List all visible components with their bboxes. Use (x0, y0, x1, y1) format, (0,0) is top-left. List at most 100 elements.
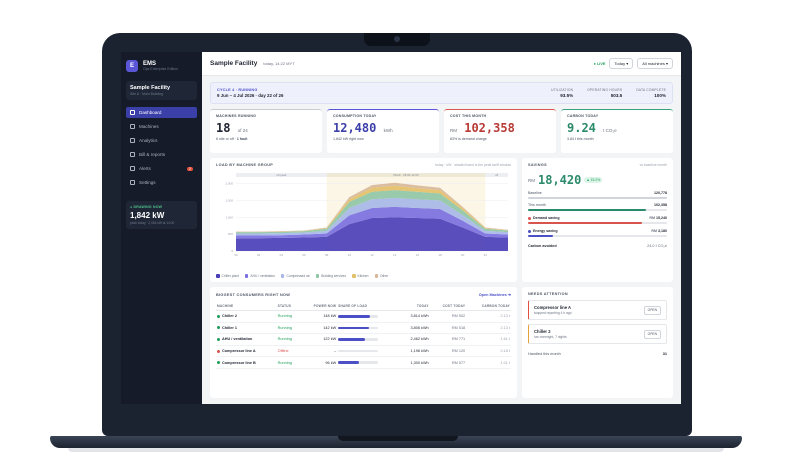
kpi-row: MACHINES RUNNING 18 of 24 6 idle or off … (210, 109, 673, 153)
x-tick-label: 00 (234, 253, 238, 257)
demand-saving-fill (528, 221, 642, 224)
carbon-today: 1.61 t (466, 333, 511, 346)
legend-item[interactable]: AHU / ventilation (244, 274, 275, 278)
col-header[interactable]: TODAY (399, 302, 430, 311)
facility-switcher[interactable]: Sample Facility Site A · Main Building (126, 81, 197, 100)
handled-count: Handled this month 31 (528, 352, 667, 356)
kpi-label: CONSUMPTION TODAY (333, 114, 377, 118)
energy-today: 1,196 kWh (399, 345, 430, 358)
bottom-row: BIGGEST CONSUMERS RIGHT NOW Open Machine… (210, 287, 673, 398)
attention-item[interactable]: Chiller 2 ran overnight, 7 nights OPEN (528, 324, 667, 344)
kpi-sub: 6 idle or off · 1 fault (216, 137, 248, 141)
machine-filter-select[interactable]: All machines ▾ (637, 58, 673, 69)
share-of-load (337, 322, 400, 335)
legend-item[interactable]: Other (374, 274, 389, 278)
y-tick-label: 2,000 (225, 182, 233, 186)
load-chart[interactable]: off-peak PEAK · 08:00–22:00 off 0 500 1,000 1,… (214, 171, 513, 269)
savings-change-badge: ▲ 15.2% (584, 177, 603, 183)
page-timestamp: today, 14:22 MYT (263, 61, 295, 66)
machine-name: AHU / ventilation (216, 333, 277, 346)
power-now: 142 kW (300, 322, 338, 335)
laptop-shadow (68, 448, 724, 452)
table-row[interactable]: Chiller 2 Running 148 kW 3,814 kWh RM 502 2.1… (216, 310, 511, 323)
machines-icon (130, 124, 135, 129)
savings-value: RM 18,420 ▲ 15.2% (528, 173, 603, 187)
legend-label: Other (380, 274, 389, 278)
cycle-stat: DATA COMPLETE 100% (636, 88, 666, 98)
kpi-sub: 83% is demand charge (450, 137, 487, 141)
col-header[interactable]: STATUS (276, 302, 301, 311)
machine-name: Compressor line B (216, 356, 277, 369)
cycle-stat-label: OPERATING HOURS (587, 88, 623, 92)
main-area: Sample Facility today, 14:22 MYT ● LIVE … (202, 52, 681, 404)
kpi-cost[interactable]: COST THIS MONTH RM 102,358 83% is demand… (444, 109, 556, 153)
sidebar-item-settings[interactable]: Settings (126, 177, 197, 188)
cycle-stat-value: 93.5% (560, 93, 574, 98)
col-header[interactable]: SHARE OF LOAD (337, 302, 400, 311)
attention-item[interactable]: Compressor line A stopped reporting 4 h … (528, 300, 667, 320)
laptop-scene: E EMS Ops Enterprise Edition Sample Faci… (0, 0, 800, 460)
baseline-bar: Baseline 120,778 (528, 191, 667, 199)
date-range-select[interactable]: Today ▾ (609, 58, 634, 69)
status-dot-icon (217, 326, 220, 330)
sidebar-item-machines[interactable]: Machines (126, 121, 197, 132)
status-dot-icon (217, 349, 220, 353)
legend-label: Compressed air (286, 274, 310, 278)
x-tick-label: 06 (302, 253, 306, 257)
open-machines-link[interactable]: Open Machines ➜ (479, 292, 511, 297)
consumers-card: BIGGEST CONSUMERS RIGHT NOW Open Machine… (210, 287, 517, 398)
share-of-load (337, 356, 400, 369)
kpi-carbon[interactable]: CARBON TODAY 9.24 t CO₂e 3.84 t this mon… (561, 109, 673, 153)
sidebar-item-alerts[interactable]: Alerts 2 (126, 163, 197, 174)
chart-subtitle: today · kW · shaded band is the peak tar… (435, 163, 511, 167)
share-bar-fill (338, 326, 369, 330)
attention-item-name: Compressor line A (534, 305, 572, 310)
brand-subtitle: Ops Enterprise Edition (143, 67, 179, 71)
demand-saving: Demand saving RM 15,240 (528, 216, 667, 224)
legend-swatch (244, 274, 249, 278)
cost-today: RM 502 (429, 310, 467, 323)
legend-swatch (315, 274, 320, 278)
machine-status: Running (276, 322, 301, 335)
open-button[interactable]: OPEN (643, 329, 661, 339)
kpi-consumption[interactable]: CONSUMPTION TODAY 12,480 kWh 1,842 kW ri… (327, 109, 439, 153)
table-row[interactable]: Compressor line B Running 96 kW 1,300 kWh RM… (216, 356, 511, 369)
bill-icon (130, 152, 135, 157)
sidebar-item-analytics[interactable]: Analytics (126, 135, 197, 146)
legend-label: Chiller plant (221, 274, 239, 278)
kpi-label: COST THIS MONTH (450, 114, 487, 118)
table-row[interactable]: AHU / ventilation Running 122 kW 2,462 kWh R… (216, 333, 511, 346)
sidebar-item-label: Bill & reports (139, 152, 166, 157)
legend-item[interactable]: Kitchen (352, 274, 369, 278)
table-row[interactable]: Compressor line A Offline – 1,196 kWh RM 120… (216, 345, 511, 358)
table-header: MACHINE STATUS POWER NOW SHARE OF LOAD T… (216, 302, 511, 311)
open-button[interactable]: OPEN (643, 305, 661, 315)
power-now: 148 kW (300, 310, 338, 323)
legend-swatch (280, 274, 285, 278)
col-header[interactable]: MACHINE (216, 302, 277, 311)
attention-title: NEEDS ATTENTION (528, 292, 568, 296)
brand[interactable]: E EMS Ops Enterprise Edition (126, 60, 197, 72)
demand-dot-icon (528, 216, 531, 220)
cost-today: RM 518 (429, 322, 467, 335)
legend-item[interactable]: Building services (315, 274, 346, 278)
legend-item[interactable]: Chiller plant (216, 274, 239, 278)
table-row[interactable]: Chiller 1 Running 142 kW 3,806 kWh RM 518 2.1… (216, 322, 511, 335)
cost-today: RM 120 (429, 345, 467, 358)
chart-legend: Chiller plant AHU / ventilation Compressed… (216, 274, 388, 278)
cycle-banner: CYCLE 4 · RUNNING 9 Jun – 4 Jul 2026 · d… (210, 82, 673, 104)
legend-swatch (352, 274, 356, 278)
cycle-stat: UTILIZATION 93.5% (551, 88, 573, 98)
dashboard-icon (130, 110, 135, 115)
share-of-load (337, 345, 400, 358)
sidebar-item-bill-reports[interactable]: Bill & reports (126, 149, 197, 160)
carbon-today: 2.13 t (466, 310, 511, 323)
col-header[interactable]: POWER NOW (300, 302, 338, 311)
col-header[interactable]: CARBON TODAY (466, 302, 511, 311)
col-header[interactable]: COST TODAY (429, 302, 467, 311)
sidebar-item-dashboard[interactable]: Dashboard (126, 107, 197, 118)
brand-logo: E (126, 60, 138, 72)
y-tick-label: 1,500 (225, 199, 233, 203)
legend-item[interactable]: Compressed air (280, 274, 310, 278)
kpi-machines-running[interactable]: MACHINES RUNNING 18 of 24 6 idle or off … (210, 109, 322, 153)
